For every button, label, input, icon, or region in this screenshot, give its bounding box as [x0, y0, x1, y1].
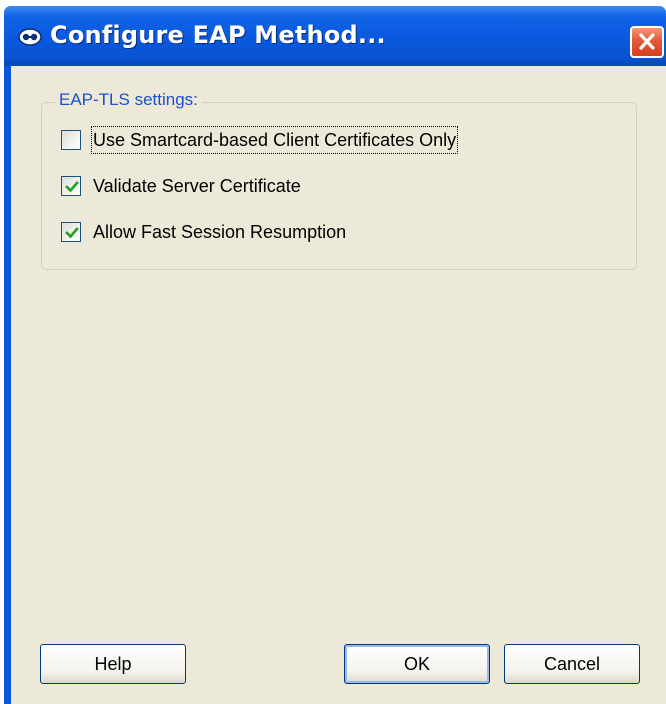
checkbox-box[interactable]	[61, 130, 81, 150]
checkmark-icon	[65, 181, 79, 193]
group-legend: EAP-TLS settings:	[55, 90, 202, 110]
dialog-client-area: EAP-TLS settings: Use Smartcard-based Cl…	[11, 66, 666, 704]
ok-button[interactable]: OK	[344, 644, 490, 684]
help-button[interactable]: Help	[40, 644, 186, 684]
checkbox-label[interactable]: Allow Fast Session Resumption	[93, 220, 346, 244]
cancel-button[interactable]: Cancel	[504, 644, 640, 684]
checkbox-label[interactable]: Use Smartcard-based Client Certificates …	[90, 126, 459, 154]
dialog-window: Configure EAP Method... EAP-TLS settings…	[4, 6, 666, 704]
checkmark-icon	[65, 227, 79, 239]
window-title: Configure EAP Method...	[50, 21, 386, 49]
title-bar[interactable]: Configure EAP Method...	[4, 6, 666, 66]
network-adapter-icon	[18, 28, 42, 46]
checkbox-box[interactable]	[61, 176, 81, 196]
close-button[interactable]	[630, 26, 664, 58]
checkbox-label[interactable]: Validate Server Certificate	[93, 174, 301, 198]
checkbox-box[interactable]	[61, 222, 81, 242]
